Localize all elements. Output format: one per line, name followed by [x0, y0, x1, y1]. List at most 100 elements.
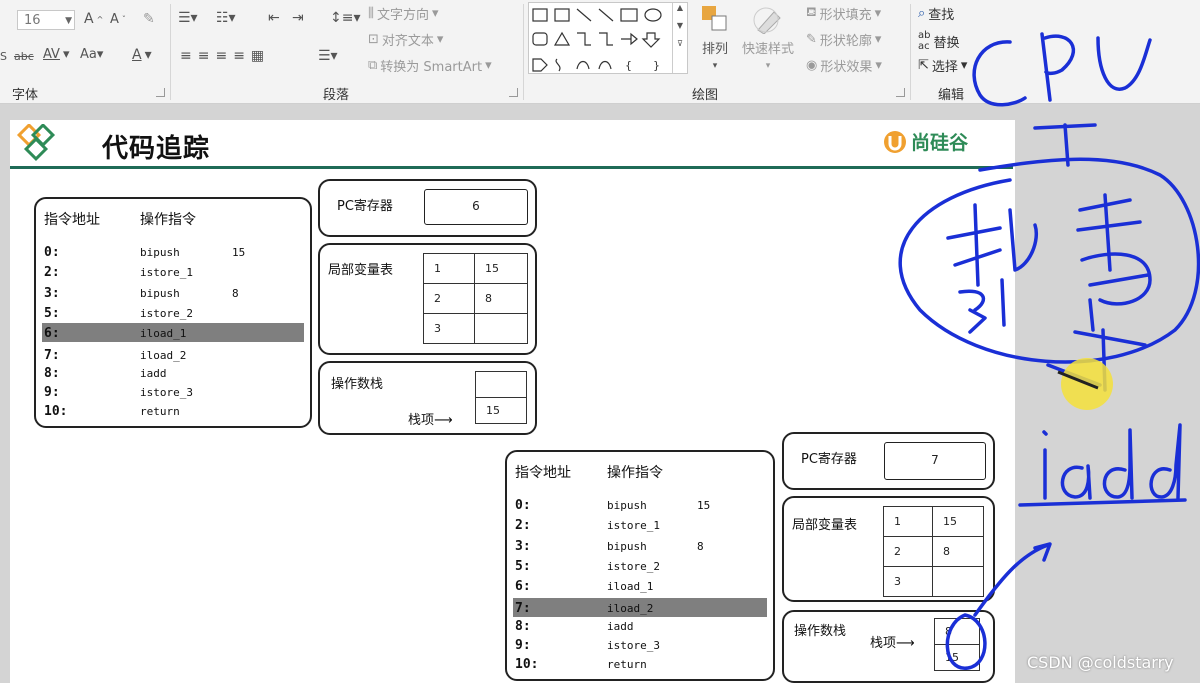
columns-icon[interactable]: ☰▾: [318, 48, 338, 64]
font-size-box[interactable]: 16 ▼: [17, 10, 75, 30]
pc-register-value: 6: [424, 189, 528, 225]
instruction-operand: 15: [232, 246, 246, 259]
instruction-address: 6:: [44, 326, 60, 341]
instruction-address: 0:: [515, 498, 531, 513]
divider: [910, 4, 911, 100]
clear-format-icon[interactable]: ✎: [143, 11, 155, 27]
drawing-launcher-icon[interactable]: [896, 88, 905, 97]
instruction-address: 0:: [44, 245, 60, 260]
brand-name: 尚硅谷: [911, 132, 969, 154]
smartart-icon: ⧉: [368, 58, 378, 73]
strikethrough-icon[interactable]: abc: [14, 50, 34, 63]
select-button[interactable]: ⇱ 选择 ▾: [918, 56, 967, 75]
char-spacing-icon[interactable]: AV ▾: [43, 47, 70, 62]
instruction-address: 5:: [44, 306, 60, 321]
change-case-icon[interactable]: Aa▾: [80, 47, 103, 62]
stack-slot: 8: [934, 618, 980, 645]
grow-font-icon[interactable]: A ^: [84, 11, 103, 27]
table-row: 15: [475, 397, 527, 424]
find-label: 查找: [928, 8, 955, 23]
replace-label: 替换: [933, 35, 960, 51]
instruction-address: 6:: [515, 579, 531, 594]
instruction-address: 9:: [515, 638, 531, 653]
chevron-down-icon[interactable]: ▼: [65, 11, 72, 31]
shapes-gallery[interactable]: { } ▲ ▼ ⊽: [528, 2, 688, 74]
paint-bucket-icon: ⛾: [806, 5, 817, 20]
table-row: 28: [883, 536, 984, 567]
numbering-icon[interactable]: ☷▾: [216, 10, 236, 26]
strike-shadow-icon[interactable]: S: [0, 50, 7, 63]
brand-logo: 尚硅谷: [883, 128, 968, 155]
instruction-opcode: bipush: [140, 246, 180, 259]
font-color-icon[interactable]: A ▾: [132, 47, 152, 63]
operand-stack-table: 8 15: [934, 618, 980, 671]
stack-slot: 15: [934, 644, 980, 671]
convert-smartart-button[interactable]: ⧉ 转换为 SmartArt ▾: [368, 56, 492, 75]
align-buttons-icon[interactable]: ≡≡≡≡▦: [180, 48, 270, 64]
slot-value: 8: [932, 536, 984, 567]
slot-index: 3: [423, 313, 475, 344]
arrange-label: 排列: [701, 42, 728, 57]
instruction-address: 3:: [44, 286, 60, 301]
address-column-header: 指令地址: [515, 465, 571, 481]
operand-stack-panel: 操作数栈 栈项⟶ 15: [318, 361, 537, 435]
arrange-button[interactable]: 排列 ▾: [700, 4, 730, 71]
slot-value: 8: [474, 283, 528, 314]
table-row: 1 15: [883, 506, 984, 537]
replace-button[interactable]: ab ac 替换: [918, 30, 960, 52]
instruction-opcode: return: [140, 405, 180, 418]
slot-value: 15: [932, 506, 984, 537]
shape-fill-button[interactable]: ⛾ 形状填充 ▾: [806, 4, 881, 23]
pc-register-label: PC寄存器: [801, 452, 857, 467]
shape-effects-button[interactable]: ◉ 形状效果 ▾: [806, 56, 882, 75]
cursor-icon: ⇱: [918, 58, 929, 73]
slot-index: 1: [883, 506, 933, 537]
align-text-button[interactable]: ⊡ 对齐文本 ▾: [368, 30, 443, 49]
find-button[interactable]: ⌕ 查找: [918, 4, 954, 23]
instruction-address: 9:: [44, 385, 60, 400]
table-row: 3: [423, 313, 528, 344]
stack-top-label: 栈项⟶: [408, 413, 453, 428]
text-direction-button[interactable]: ⫼ 文字方向 ▾: [368, 4, 439, 23]
quick-styles-button[interactable]: 快速样式 ▾: [742, 4, 794, 71]
opcode-column-header: 操作指令: [607, 465, 663, 481]
pc-register-value: 7: [884, 442, 986, 480]
gallery-scroll[interactable]: ▲ ▼ ⊽: [672, 3, 687, 73]
operand-stack-label: 操作数栈: [331, 377, 384, 392]
local-variables-label: 局部变量表: [792, 518, 858, 533]
slot-index: 2: [423, 283, 475, 314]
stack-top-label: 栈项⟶: [870, 636, 915, 651]
title-rule: [10, 166, 1013, 169]
search-icon: ⌕: [918, 6, 926, 21]
stack-top-text: 栈项: [870, 636, 897, 651]
editing-group-label: 编辑: [938, 88, 965, 103]
ribbon: 16 ▼ A ^ Aˇ ✎ S abc AV ▾ Aa▾ A ▾ 字体 ☰▾ ☷▾ ⇤…: [0, 0, 1200, 104]
slide[interactable]: 代码追踪 尚硅谷 指令地址 操作指令 0: bipush 15 2: istore_1 3: b…: [10, 120, 1015, 683]
shrink-font-icon[interactable]: Aˇ: [110, 12, 126, 27]
instruction-operand: 8: [232, 287, 239, 300]
effects-icon: ◉: [806, 58, 818, 73]
instruction-address: 7:: [44, 348, 60, 363]
address-column-header: 指令地址: [44, 212, 100, 228]
brand-mark-icon: [884, 130, 906, 153]
instruction-opcode: istore_1: [140, 266, 193, 279]
local-variables-label: 局部变量表: [328, 263, 394, 278]
paragraph-group-label: 段落: [323, 88, 350, 103]
instruction-address: 2:: [44, 265, 60, 280]
shapes-gallery-icons: { }: [532, 8, 662, 72]
instruction-opcode: bipush: [607, 499, 647, 512]
decrease-indent-icon[interactable]: ⇤: [268, 10, 280, 26]
instruction-opcode: bipush: [607, 540, 647, 553]
bullets-icon[interactable]: ☰▾: [178, 10, 198, 26]
font-launcher-icon[interactable]: [156, 88, 165, 97]
align-text-icon: ⊡: [368, 32, 379, 47]
instruction-opcode: iload_2: [140, 349, 187, 362]
operand-stack-panel: 操作数栈 栈项⟶ 8 15: [782, 610, 995, 683]
increase-indent-icon[interactable]: ⇥: [292, 10, 304, 26]
shape-outline-button[interactable]: ✎ 形状轮廓 ▾: [806, 30, 881, 49]
line-spacing-icon[interactable]: ↕≡▾: [330, 10, 361, 26]
instruction-opcode: iload_2: [607, 602, 654, 615]
operand-stack-label: 操作数栈: [794, 624, 847, 639]
paragraph-launcher-icon[interactable]: [509, 88, 518, 97]
instruction-opcode: istore_1: [607, 519, 660, 532]
